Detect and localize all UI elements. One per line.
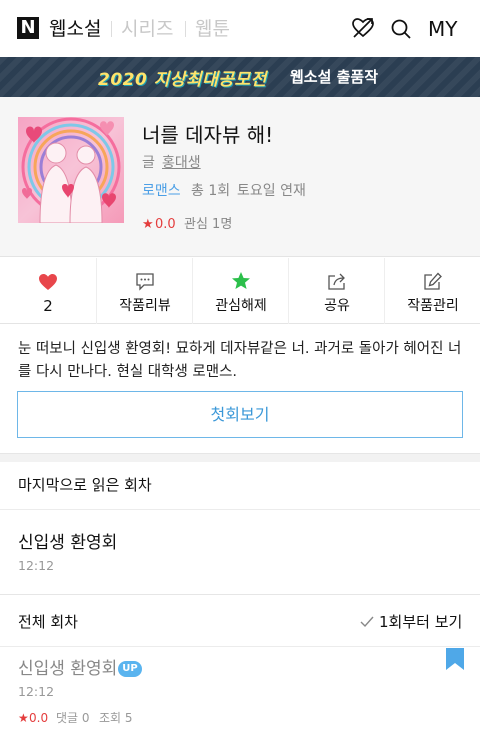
review-label: 작품리뷰 [119, 298, 171, 314]
check-icon[interactable] [360, 616, 374, 628]
nav-series[interactable]: 시리즈 [121, 16, 173, 42]
section-divider [0, 453, 480, 462]
naver-logo[interactable]: N [17, 17, 39, 39]
divider [0, 646, 480, 647]
first-episode-button[interactable]: 첫회보기 [17, 391, 463, 438]
like-count: 2 [43, 297, 53, 315]
serial-schedule: 토요일 연재 [237, 183, 306, 199]
genre-link[interactable]: 로맨스 [142, 181, 181, 201]
view-from-first-link[interactable]: 1회부터 보기 [379, 611, 462, 633]
comment-icon [136, 273, 154, 291]
heart-icon [39, 274, 57, 290]
share-button[interactable]: 공유 [288, 258, 384, 324]
banner-main-text: 2020 지상최대공모전 [98, 70, 267, 90]
share-icon [328, 273, 345, 290]
interest-toggle-button[interactable]: 관심해제 [192, 258, 288, 324]
nav-webtoon[interactable]: 웹툰 [195, 16, 230, 42]
last-read-title[interactable]: 신입생 환영회 [18, 531, 117, 555]
interest-count: 관심 1명 [184, 217, 233, 232]
bookmark-icon[interactable] [446, 648, 464, 670]
author-link[interactable]: 홍대생 [162, 153, 201, 173]
share-label: 공유 [324, 298, 350, 314]
divider [0, 509, 480, 510]
episode-comments: 댓글 0 [56, 711, 90, 725]
like-button[interactable]: 2 [0, 258, 96, 324]
work-info: 너를 데자뷰 해! 글 홍대생 로맨스 총 1회 토요일 연재 ★ 0.0 관심… [0, 97, 480, 257]
review-button[interactable]: 작품리뷰 [96, 258, 192, 324]
episode-views: 조회 5 [99, 711, 133, 725]
episode-date: 12:12 [18, 684, 55, 699]
action-bar: 2 작품리뷰 관심해제 공유 작품관리 [0, 258, 480, 324]
rating-value: 0.0 [155, 217, 176, 232]
synopsis-text: 눈 떠보니 신입생 환영회! 묘하게 데자뷰같은 너. 과거로 돌아가 헤어진 … [18, 341, 462, 380]
cover-image [18, 117, 124, 223]
manage-label: 작품관리 [407, 298, 459, 314]
episode-rating: 0.0 [29, 711, 49, 725]
top-header: N 웹소설 시리즈 웹툰 MY [0, 0, 480, 57]
star-icon [232, 272, 250, 289]
all-episodes-heading: 전체 회차 [18, 613, 78, 631]
author-prefix: 글 [142, 155, 155, 171]
manage-button[interactable]: 작품관리 [384, 258, 480, 324]
contest-banner[interactable]: 2020 지상최대공모전 웹소설 출품작 [0, 57, 480, 97]
edit-icon [424, 272, 442, 290]
work-title: 너를 데자뷰 해! [142, 123, 274, 147]
banner-sub-text: 웹소설 출품작 [290, 68, 379, 86]
episode-rating-star-icon: ★ [18, 711, 29, 725]
last-read-date: 12:12 [18, 558, 55, 573]
episode-count: 총 1회 [191, 183, 231, 199]
up-badge: UP [118, 661, 142, 677]
episode-title[interactable]: 신입생 환영회 [18, 657, 117, 681]
nav-divider [185, 21, 186, 37]
nav-webnovel[interactable]: 웹소설 [49, 16, 101, 42]
search-icon[interactable] [390, 18, 412, 40]
last-read-heading: 마지막으로 읽은 회차 [18, 476, 152, 494]
nav-divider [111, 21, 112, 37]
cupid-heart-icon[interactable] [351, 16, 375, 40]
interest-toggle-label: 관심해제 [215, 298, 267, 314]
my-menu-link[interactable]: MY [428, 16, 457, 42]
rating-star-icon: ★ [142, 217, 154, 232]
divider [0, 594, 480, 595]
